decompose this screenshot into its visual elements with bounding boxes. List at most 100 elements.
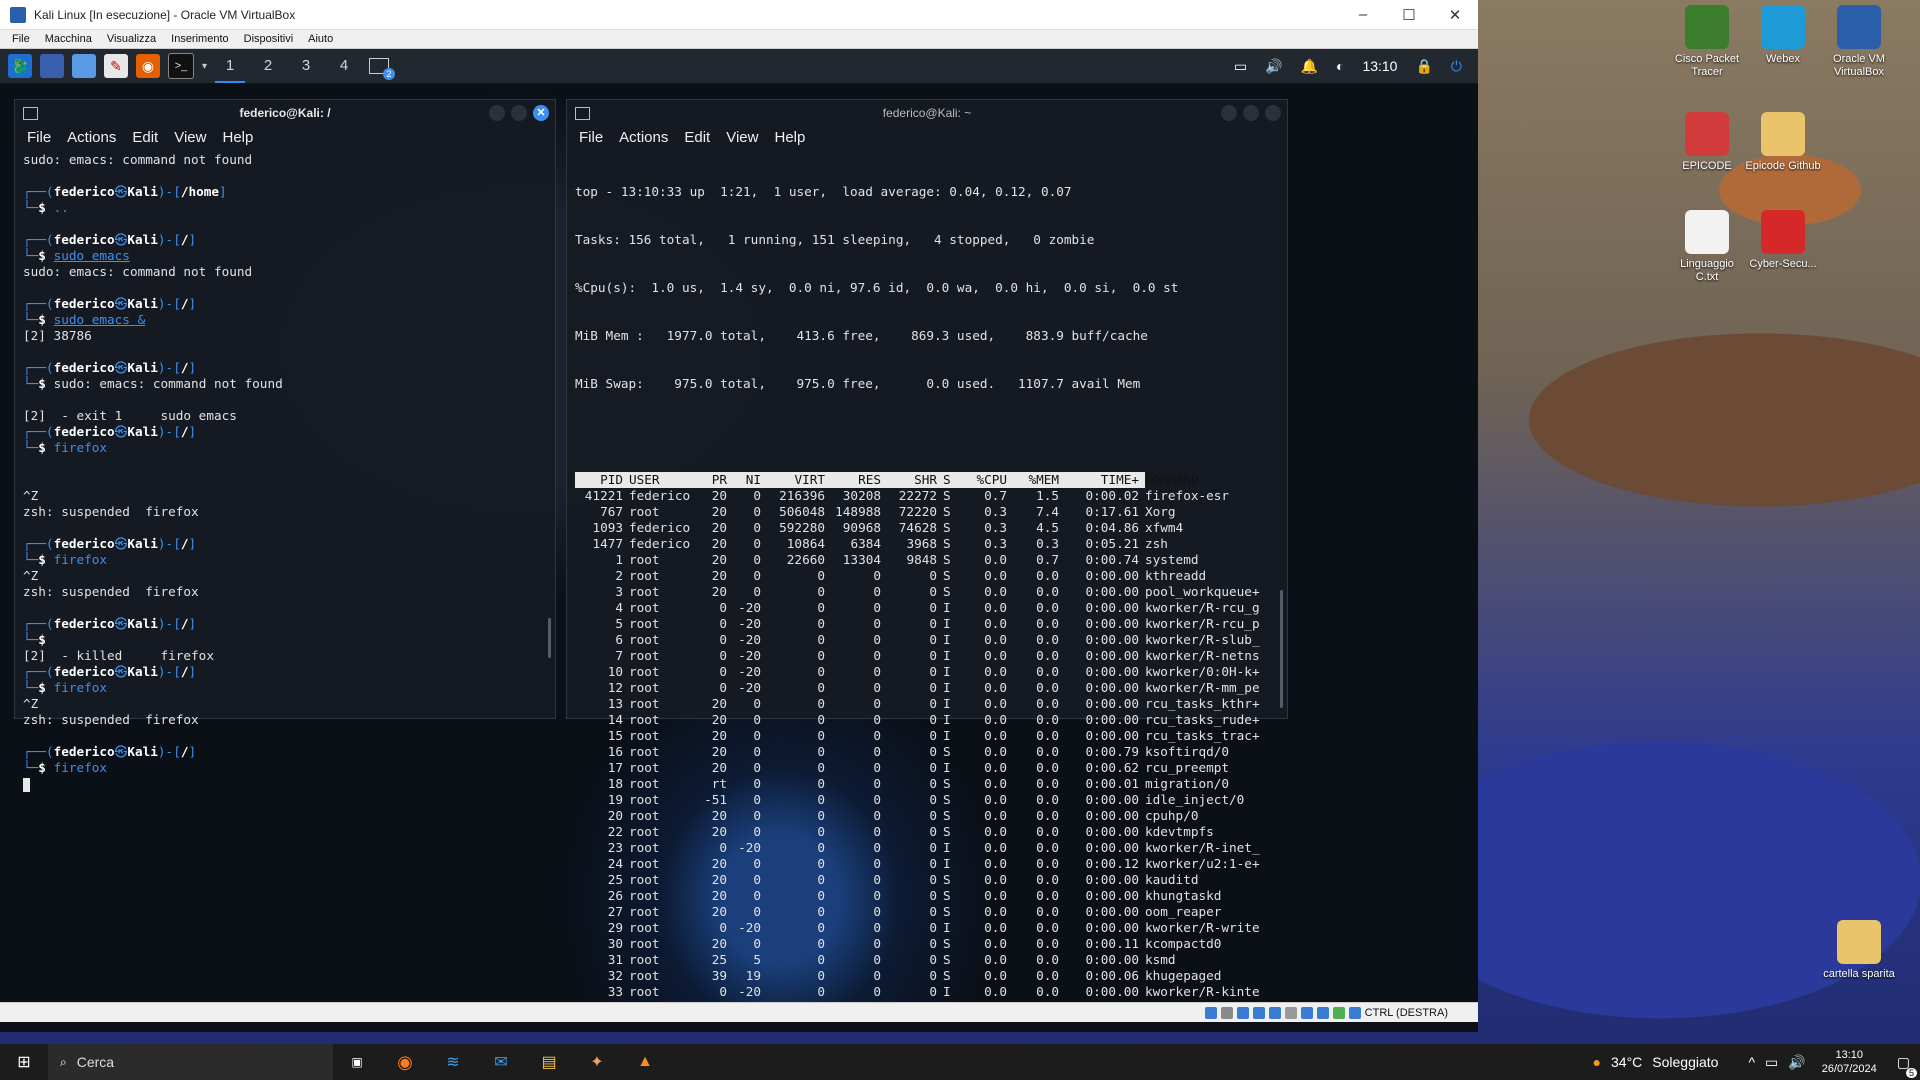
windows-start-icon[interactable]: ⊞ [0, 1052, 48, 1072]
table-cell: -20 [738, 920, 761, 935]
table-cell: 0:00.00 [1085, 648, 1139, 663]
table-cell: 7.4 [1036, 504, 1059, 519]
menu-actions[interactable]: Actions [619, 130, 668, 146]
display-icon[interactable]: ▭ [1234, 58, 1247, 75]
menu-edit[interactable]: Edit [132, 130, 158, 146]
recording-icon[interactable] [1316, 1006, 1329, 1019]
desktop-icon[interactable]: cartella sparita [1821, 920, 1897, 981]
table-cell: S [943, 936, 951, 951]
taskbar-date[interactable]: 26/07/2024 [1822, 1062, 1877, 1076]
minimize-button[interactable] [489, 105, 505, 121]
audio-icon[interactable] [1236, 1006, 1249, 1019]
desktop-icon[interactable]: Cisco Packet Tracer [1669, 5, 1745, 79]
vbox-menu-dispositivi[interactable]: Dispositivi [244, 33, 294, 45]
vbox-menu-visualizza[interactable]: Visualizza [107, 33, 156, 45]
workspace-1[interactable]: 1 [215, 49, 246, 83]
menu-actions[interactable]: Actions [67, 130, 116, 146]
vbox-menu-aiuto[interactable]: Aiuto [308, 33, 333, 45]
maximize-button[interactable] [511, 105, 527, 121]
prompt-decoration: └─ [23, 552, 39, 567]
terminal-right-window[interactable]: federico@Kali: ~ File Actions Edit View … [566, 99, 1288, 1002]
maximize-button[interactable] [1243, 105, 1259, 121]
firefox-taskbar-icon[interactable]: ◉ [381, 1052, 429, 1073]
action-center-icon[interactable]: ▢ 5 [1897, 1054, 1917, 1078]
vbox-menu-file[interactable]: File [12, 33, 30, 45]
menu-view[interactable]: View [174, 130, 206, 146]
table-cell: root [629, 616, 660, 631]
volume-tray-icon[interactable]: 🔊 [1788, 1054, 1805, 1071]
close-button[interactable] [1265, 105, 1281, 121]
desktop-icon[interactable]: Cyber-Secu... [1745, 210, 1821, 271]
lock-icon[interactable]: 🔒 [1415, 58, 1432, 75]
host-key-label[interactable]: CTRL (DESTRA) [1365, 1007, 1448, 1019]
scrollbar[interactable] [1280, 590, 1283, 708]
prompt-decoration: ] [188, 360, 197, 375]
minimize-button[interactable] [1221, 105, 1237, 121]
task-view-icon[interactable]: ▣ [333, 1055, 381, 1069]
menu-file[interactable]: File [27, 130, 51, 146]
menu-edit[interactable]: Edit [684, 130, 710, 146]
desktop-icon[interactable]: Linguaggio C.txt [1669, 210, 1745, 284]
logout-icon[interactable]: ⏻ [1451, 58, 1462, 75]
menu-help[interactable]: Help [774, 130, 805, 146]
table-cell: 0:00.00 [1085, 952, 1139, 967]
panel-clock[interactable]: 13:10 [1362, 58, 1397, 74]
taskbar-time[interactable]: 13:10 [1822, 1048, 1877, 1062]
vlc-icon[interactable]: ▲ [621, 1053, 669, 1071]
packet-tracer-icon[interactable]: ✦ [573, 1052, 621, 1072]
firefox-icon[interactable]: ◉ [136, 54, 160, 78]
chevron-up-icon[interactable]: ^ [1748, 1054, 1755, 1070]
file-manager-icon[interactable] [72, 54, 96, 78]
weather-icon[interactable]: ● [1593, 1054, 1601, 1070]
notification-bell-icon[interactable]: 🔔 [1301, 58, 1318, 75]
cpu-icon[interactable] [1332, 1006, 1345, 1019]
scrollbar[interactable] [548, 618, 551, 658]
text-editor-icon[interactable]: ✎ [104, 54, 128, 78]
taskbar-search[interactable]: ⌕ Cerca [48, 1044, 333, 1080]
terminal-left-output[interactable]: sudo: emacs: command not found ┌──(federi… [15, 150, 555, 792]
workspace-2[interactable]: 2 [253, 49, 283, 83]
menu-help[interactable]: Help [222, 130, 253, 146]
table-row: 19 root -51 0 0 0 0 S 0.0 0.0 0:00.00 idle_inject/0 [575, 792, 1245, 808]
desktop-icon[interactable]: Oracle VM VirtualBox [1821, 5, 1897, 79]
chevron-down-icon[interactable]: ▾ [202, 61, 207, 72]
optical-drive-icon[interactable] [1220, 1006, 1233, 1019]
app-taskbar-icon[interactable]: ≋ [429, 1052, 477, 1072]
usb-icon[interactable] [1268, 1006, 1281, 1019]
vbox-menu-inserimento[interactable]: Inserimento [171, 33, 228, 45]
table-cell: 0 [753, 904, 761, 919]
volume-icon[interactable]: 🔊 [1265, 58, 1282, 75]
terminal-left-window[interactable]: federico@Kali: / ✕ File Actions Edit Vie… [14, 99, 556, 792]
table-cell: rt [711, 776, 727, 791]
maximize-button[interactable]: ☐ [1386, 6, 1432, 24]
kali-menu-icon[interactable]: 🐉 [8, 54, 32, 78]
close-button[interactable]: ✕ [533, 105, 549, 121]
desktop-icon[interactable]: EPICODE [1669, 112, 1745, 173]
minimize-button[interactable]: – [1340, 6, 1386, 24]
vbox-menu-macchina[interactable]: Macchina [45, 33, 92, 45]
network-icon[interactable] [1252, 1006, 1265, 1019]
terminal-task-button[interactable]: 2 [367, 54, 396, 80]
close-button[interactable]: ✕ [1432, 6, 1478, 24]
display-icon[interactable] [1300, 1006, 1313, 1019]
menu-file[interactable]: File [579, 130, 603, 146]
show-desktop-icon[interactable] [40, 54, 64, 78]
workspace-4[interactable]: 4 [329, 49, 359, 83]
desktop-icon[interactable]: Epicode Github [1745, 112, 1821, 173]
menu-view[interactable]: View [726, 130, 758, 146]
weather-temp[interactable]: 34°C [1611, 1054, 1642, 1070]
mail-icon[interactable]: ✉ [477, 1052, 525, 1072]
file-explorer-icon[interactable]: ▤ [525, 1052, 573, 1072]
terminal-icon[interactable]: >_ [168, 53, 194, 79]
top-output[interactable]: top - 13:10:33 up 1:21, 1 user, load ave… [567, 150, 1287, 1002]
mouse-integration-icon[interactable] [1348, 1006, 1361, 1019]
desktop-icon[interactable]: Webex [1745, 5, 1821, 66]
hdd-icon[interactable] [1204, 1006, 1217, 1019]
table-cell: 0:00.00 [1085, 664, 1139, 679]
shared-folder-icon[interactable] [1284, 1006, 1297, 1019]
table-cell: root [629, 760, 660, 775]
network-tray-icon[interactable]: ▭ [1765, 1054, 1778, 1071]
workspace-3[interactable]: 3 [291, 49, 321, 83]
weather-text[interactable]: Soleggiato [1652, 1054, 1718, 1070]
